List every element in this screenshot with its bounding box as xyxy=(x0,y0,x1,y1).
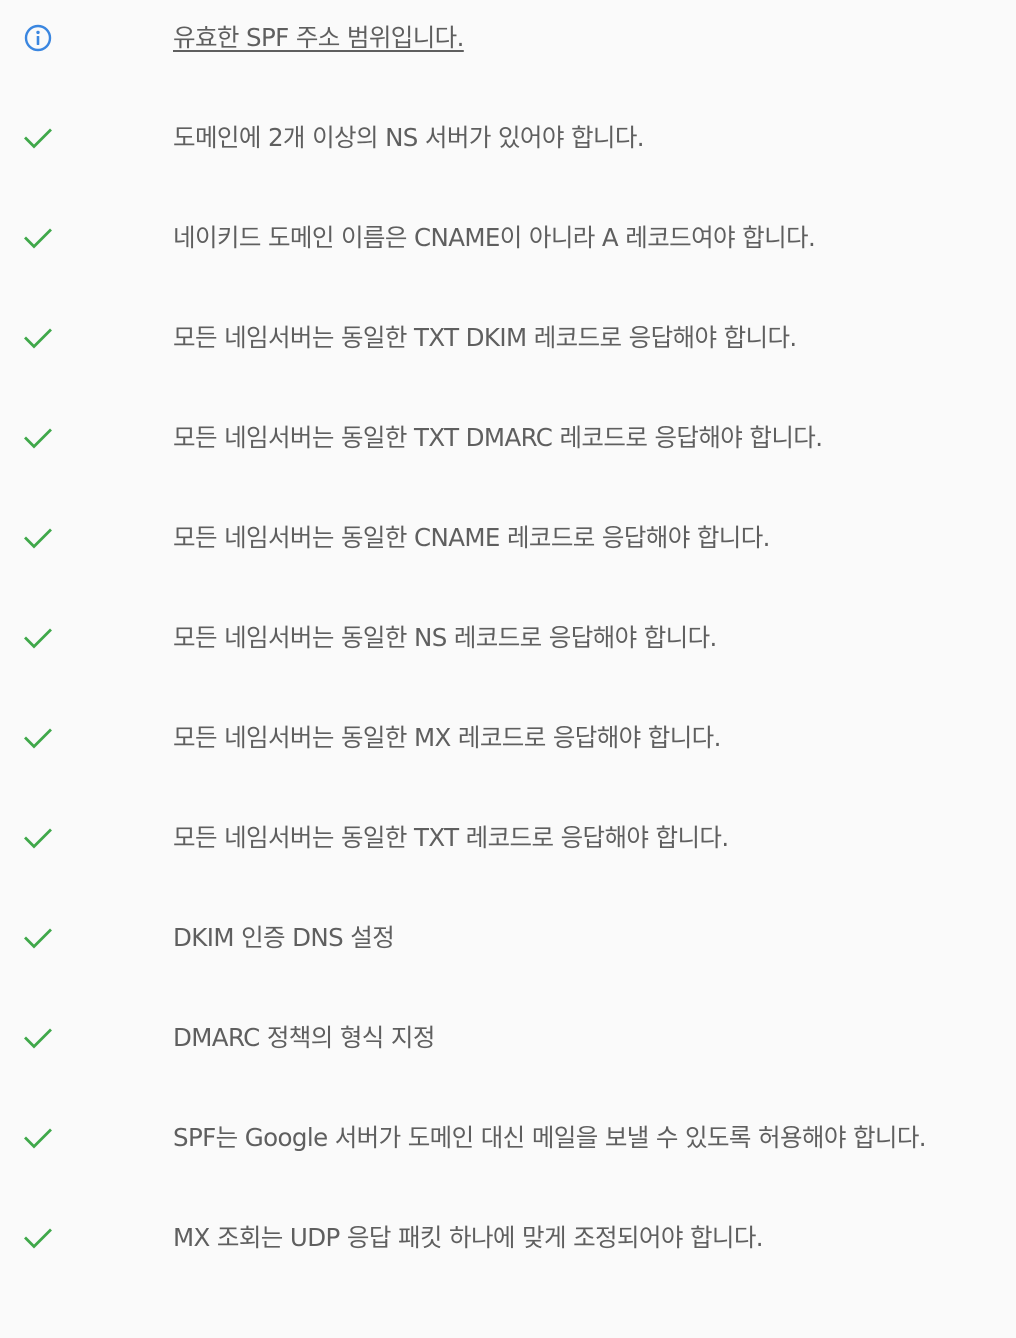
check-icon xyxy=(22,622,54,654)
check-text: 네이키드 도메인 이름은 CNAME이 아니라 A 레코드여야 합니다. xyxy=(173,223,816,252)
check-row: MX 조회는 UDP 응답 패킷 하나에 맞게 조정되어야 합니다. xyxy=(0,1223,1016,1338)
info-icon[interactable] xyxy=(22,22,54,54)
check-icon xyxy=(22,722,54,754)
check-text: 모든 네임서버는 동일한 MX 레코드로 응답해야 합니다. xyxy=(173,723,721,752)
check-icon xyxy=(22,122,54,154)
check-text: DMARC 정책의 형식 지정 xyxy=(173,1023,435,1052)
check-icon xyxy=(22,522,54,554)
check-text: 모든 네임서버는 동일한 TXT 레코드로 응답해야 합니다. xyxy=(173,823,729,852)
check-text: SPF는 Google 서버가 도메인 대신 메일을 보낼 수 있도록 허용해야… xyxy=(173,1123,927,1152)
check-text: 모든 네임서버는 동일한 TXT DKIM 레코드로 응답해야 합니다. xyxy=(173,323,797,352)
check-text: 도메인에 2개 이상의 NS 서버가 있어야 합니다. xyxy=(173,123,645,152)
check-row: 모든 네임서버는 동일한 TXT 레코드로 응답해야 합니다. xyxy=(0,823,1016,938)
check-icon xyxy=(22,422,54,454)
check-icon xyxy=(22,322,54,354)
check-text: MX 조회는 UDP 응답 패킷 하나에 맞게 조정되어야 합니다. xyxy=(173,1223,764,1252)
check-icon xyxy=(22,222,54,254)
check-icon xyxy=(22,922,54,954)
dns-check-list: 유효한 SPF 주소 범위입니다. 도메인에 2개 이상의 NS 서버가 있어야… xyxy=(0,0,1016,1286)
check-text: 모든 네임서버는 동일한 NS 레코드로 응답해야 합니다. xyxy=(173,623,717,652)
check-icon xyxy=(22,1122,54,1154)
check-row: DKIM 인증 DNS 설정 xyxy=(0,923,1016,1038)
check-icon xyxy=(22,1222,54,1254)
check-text: 모든 네임서버는 동일한 TXT DMARC 레코드로 응답해야 합니다. xyxy=(173,423,823,452)
check-text: 모든 네임서버는 동일한 CNAME 레코드로 응답해야 합니다. xyxy=(173,523,770,552)
check-text-link[interactable]: 유효한 SPF 주소 범위입니다. xyxy=(173,22,464,54)
check-icon xyxy=(22,822,54,854)
check-text: DKIM 인증 DNS 설정 xyxy=(173,923,395,952)
check-icon xyxy=(22,1022,54,1054)
